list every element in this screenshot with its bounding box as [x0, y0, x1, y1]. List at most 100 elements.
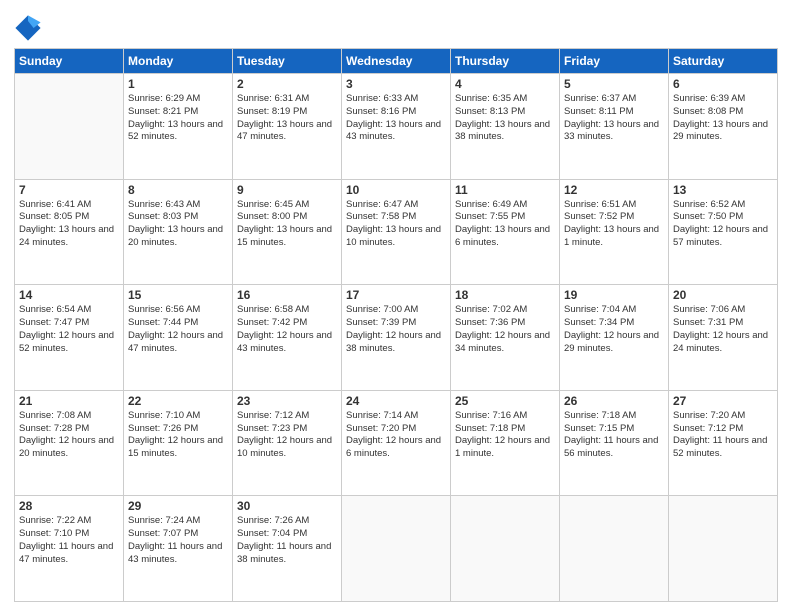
day-cell: 24 Sunrise: 7:14 AMSunset: 7:20 PMDaylig…: [342, 390, 451, 496]
day-info: Sunrise: 7:04 AMSunset: 7:34 PMDaylight:…: [564, 304, 664, 355]
header-day-friday: Friday: [560, 49, 669, 74]
day-number: 25: [455, 394, 555, 408]
day-number: 23: [237, 394, 337, 408]
day-cell: 27 Sunrise: 7:20 AMSunset: 7:12 PMDaylig…: [669, 390, 778, 496]
day-number: 18: [455, 288, 555, 302]
day-number: 3: [346, 77, 446, 91]
day-cell: [669, 496, 778, 602]
day-number: 20: [673, 288, 773, 302]
day-info: Sunrise: 7:22 AMSunset: 7:10 PMDaylight:…: [19, 515, 119, 566]
day-cell: 22 Sunrise: 7:10 AMSunset: 7:26 PMDaylig…: [124, 390, 233, 496]
day-cell: 16 Sunrise: 6:58 AMSunset: 7:42 PMDaylig…: [233, 285, 342, 391]
day-info: Sunrise: 7:12 AMSunset: 7:23 PMDaylight:…: [237, 410, 337, 461]
day-cell: 3 Sunrise: 6:33 AMSunset: 8:16 PMDayligh…: [342, 74, 451, 180]
day-info: Sunrise: 6:29 AMSunset: 8:21 PMDaylight:…: [128, 93, 228, 144]
day-number: 15: [128, 288, 228, 302]
day-number: 12: [564, 183, 664, 197]
page: SundayMondayTuesdayWednesdayThursdayFrid…: [0, 0, 792, 612]
day-info: Sunrise: 6:33 AMSunset: 8:16 PMDaylight:…: [346, 93, 446, 144]
day-cell: 12 Sunrise: 6:51 AMSunset: 7:52 PMDaylig…: [560, 179, 669, 285]
day-info: Sunrise: 6:54 AMSunset: 7:47 PMDaylight:…: [19, 304, 119, 355]
day-info: Sunrise: 6:41 AMSunset: 8:05 PMDaylight:…: [19, 199, 119, 250]
day-cell: [342, 496, 451, 602]
day-number: 29: [128, 499, 228, 513]
day-number: 17: [346, 288, 446, 302]
day-cell: 1 Sunrise: 6:29 AMSunset: 8:21 PMDayligh…: [124, 74, 233, 180]
day-info: Sunrise: 6:51 AMSunset: 7:52 PMDaylight:…: [564, 199, 664, 250]
day-number: 24: [346, 394, 446, 408]
day-info: Sunrise: 6:39 AMSunset: 8:08 PMDaylight:…: [673, 93, 773, 144]
day-info: Sunrise: 6:47 AMSunset: 7:58 PMDaylight:…: [346, 199, 446, 250]
day-number: 16: [237, 288, 337, 302]
day-info: Sunrise: 6:43 AMSunset: 8:03 PMDaylight:…: [128, 199, 228, 250]
header-day-wednesday: Wednesday: [342, 49, 451, 74]
day-cell: 21 Sunrise: 7:08 AMSunset: 7:28 PMDaylig…: [15, 390, 124, 496]
logo-icon: [14, 14, 42, 42]
day-cell: [560, 496, 669, 602]
week-row-3: 14 Sunrise: 6:54 AMSunset: 7:47 PMDaylig…: [15, 285, 778, 391]
day-number: 1: [128, 77, 228, 91]
day-number: 28: [19, 499, 119, 513]
day-number: 27: [673, 394, 773, 408]
day-info: Sunrise: 6:58 AMSunset: 7:42 PMDaylight:…: [237, 304, 337, 355]
week-row-2: 7 Sunrise: 6:41 AMSunset: 8:05 PMDayligh…: [15, 179, 778, 285]
day-cell: 5 Sunrise: 6:37 AMSunset: 8:11 PMDayligh…: [560, 74, 669, 180]
day-cell: 30 Sunrise: 7:26 AMSunset: 7:04 PMDaylig…: [233, 496, 342, 602]
day-info: Sunrise: 6:37 AMSunset: 8:11 PMDaylight:…: [564, 93, 664, 144]
calendar-body: 1 Sunrise: 6:29 AMSunset: 8:21 PMDayligh…: [15, 74, 778, 602]
day-number: 6: [673, 77, 773, 91]
day-cell: 4 Sunrise: 6:35 AMSunset: 8:13 PMDayligh…: [451, 74, 560, 180]
day-cell: 8 Sunrise: 6:43 AMSunset: 8:03 PMDayligh…: [124, 179, 233, 285]
day-info: Sunrise: 7:20 AMSunset: 7:12 PMDaylight:…: [673, 410, 773, 461]
day-info: Sunrise: 7:06 AMSunset: 7:31 PMDaylight:…: [673, 304, 773, 355]
day-number: 30: [237, 499, 337, 513]
logo: [14, 14, 46, 42]
day-cell: 28 Sunrise: 7:22 AMSunset: 7:10 PMDaylig…: [15, 496, 124, 602]
day-number: 7: [19, 183, 119, 197]
day-info: Sunrise: 6:52 AMSunset: 7:50 PMDaylight:…: [673, 199, 773, 250]
day-cell: 9 Sunrise: 6:45 AMSunset: 8:00 PMDayligh…: [233, 179, 342, 285]
day-cell: 17 Sunrise: 7:00 AMSunset: 7:39 PMDaylig…: [342, 285, 451, 391]
day-info: Sunrise: 7:24 AMSunset: 7:07 PMDaylight:…: [128, 515, 228, 566]
day-number: 13: [673, 183, 773, 197]
day-info: Sunrise: 7:14 AMSunset: 7:20 PMDaylight:…: [346, 410, 446, 461]
header-day-monday: Monday: [124, 49, 233, 74]
day-number: 11: [455, 183, 555, 197]
day-number: 4: [455, 77, 555, 91]
day-cell: 10 Sunrise: 6:47 AMSunset: 7:58 PMDaylig…: [342, 179, 451, 285]
calendar-header: SundayMondayTuesdayWednesdayThursdayFrid…: [15, 49, 778, 74]
day-number: 26: [564, 394, 664, 408]
day-info: Sunrise: 6:56 AMSunset: 7:44 PMDaylight:…: [128, 304, 228, 355]
header-day-thursday: Thursday: [451, 49, 560, 74]
day-cell: 7 Sunrise: 6:41 AMSunset: 8:05 PMDayligh…: [15, 179, 124, 285]
calendar: SundayMondayTuesdayWednesdayThursdayFrid…: [14, 48, 778, 602]
day-cell: 29 Sunrise: 7:24 AMSunset: 7:07 PMDaylig…: [124, 496, 233, 602]
day-cell: 2 Sunrise: 6:31 AMSunset: 8:19 PMDayligh…: [233, 74, 342, 180]
day-cell: 11 Sunrise: 6:49 AMSunset: 7:55 PMDaylig…: [451, 179, 560, 285]
day-number: 21: [19, 394, 119, 408]
day-cell: 23 Sunrise: 7:12 AMSunset: 7:23 PMDaylig…: [233, 390, 342, 496]
header-day-tuesday: Tuesday: [233, 49, 342, 74]
day-info: Sunrise: 7:10 AMSunset: 7:26 PMDaylight:…: [128, 410, 228, 461]
week-row-5: 28 Sunrise: 7:22 AMSunset: 7:10 PMDaylig…: [15, 496, 778, 602]
day-info: Sunrise: 7:18 AMSunset: 7:15 PMDaylight:…: [564, 410, 664, 461]
day-cell: 14 Sunrise: 6:54 AMSunset: 7:47 PMDaylig…: [15, 285, 124, 391]
week-row-4: 21 Sunrise: 7:08 AMSunset: 7:28 PMDaylig…: [15, 390, 778, 496]
day-number: 9: [237, 183, 337, 197]
week-row-1: 1 Sunrise: 6:29 AMSunset: 8:21 PMDayligh…: [15, 74, 778, 180]
day-info: Sunrise: 6:31 AMSunset: 8:19 PMDaylight:…: [237, 93, 337, 144]
day-number: 2: [237, 77, 337, 91]
day-info: Sunrise: 7:08 AMSunset: 7:28 PMDaylight:…: [19, 410, 119, 461]
day-number: 8: [128, 183, 228, 197]
day-number: 5: [564, 77, 664, 91]
day-info: Sunrise: 7:16 AMSunset: 7:18 PMDaylight:…: [455, 410, 555, 461]
day-number: 10: [346, 183, 446, 197]
day-number: 19: [564, 288, 664, 302]
day-cell: 13 Sunrise: 6:52 AMSunset: 7:50 PMDaylig…: [669, 179, 778, 285]
day-info: Sunrise: 6:35 AMSunset: 8:13 PMDaylight:…: [455, 93, 555, 144]
day-info: Sunrise: 6:45 AMSunset: 8:00 PMDaylight:…: [237, 199, 337, 250]
header-day-saturday: Saturday: [669, 49, 778, 74]
header-row: SundayMondayTuesdayWednesdayThursdayFrid…: [15, 49, 778, 74]
day-number: 22: [128, 394, 228, 408]
day-cell: 20 Sunrise: 7:06 AMSunset: 7:31 PMDaylig…: [669, 285, 778, 391]
